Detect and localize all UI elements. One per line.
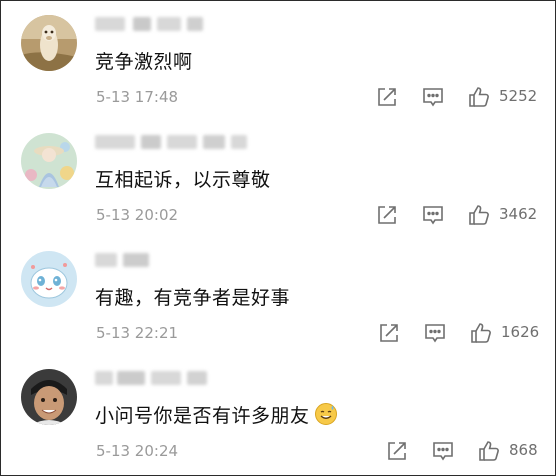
comment-actions: 3462 xyxy=(371,203,541,227)
sweat-smile-emoji-icon xyxy=(314,402,338,431)
comment-time: 5-13 20:24 xyxy=(96,442,179,460)
avatar[interactable] xyxy=(21,251,77,307)
comment-text-content: 小问号你是否有许多朋友 xyxy=(95,405,310,427)
username-redacted[interactable] xyxy=(95,17,235,33)
comment-item: 互相起诉，以示尊敬 5-13 20:02 3462 xyxy=(1,119,555,237)
share-edit-icon[interactable] xyxy=(375,203,399,227)
like-count: 5252 xyxy=(499,87,538,105)
comment-time: 5-13 17:48 xyxy=(96,88,179,106)
comment-list: 竞争激烈啊 5-13 17:48 5252 互相起诉，以示尊敬 5-13 20:… xyxy=(0,0,556,476)
share-edit-icon[interactable] xyxy=(375,85,399,109)
comment-bubble-icon[interactable] xyxy=(431,439,455,463)
avatar[interactable] xyxy=(21,369,77,425)
comment-actions: 868 xyxy=(371,439,541,463)
username-redacted[interactable] xyxy=(95,371,235,387)
thumbs-up-icon[interactable] xyxy=(477,439,501,463)
comment-text: 互相起诉，以示尊敬 xyxy=(95,169,271,191)
like-count: 1626 xyxy=(501,323,540,341)
comment-bubble-icon[interactable] xyxy=(423,321,447,345)
thumbs-up-icon[interactable] xyxy=(469,321,493,345)
comment-text: 有趣，有竞争者是好事 xyxy=(95,287,291,309)
avatar[interactable] xyxy=(21,133,77,189)
avatar[interactable] xyxy=(21,15,77,71)
comment-time: 5-13 20:02 xyxy=(96,206,179,224)
like-count: 3462 xyxy=(499,205,538,223)
comment-text: 竞争激烈啊 xyxy=(95,51,193,73)
username-redacted[interactable] xyxy=(95,253,235,269)
share-edit-icon[interactable] xyxy=(377,321,401,345)
comment-item: 竞争激烈啊 5-13 17:48 5252 xyxy=(1,1,555,119)
comment-actions: 5252 xyxy=(371,85,541,109)
comment-bubble-icon[interactable] xyxy=(421,203,445,227)
like-count: 868 xyxy=(509,441,538,459)
username-redacted[interactable] xyxy=(95,135,247,151)
comment-bubble-icon[interactable] xyxy=(421,85,445,109)
thumbs-up-icon[interactable] xyxy=(467,85,491,109)
thumbs-up-icon[interactable] xyxy=(467,203,491,227)
comment-text: 小问号你是否有许多朋友 xyxy=(95,401,338,431)
comment-item: 有趣，有竞争者是好事 5-13 22:21 1626 xyxy=(1,237,555,355)
comment-item: 小问号你是否有许多朋友 5-13 20:24 868 xyxy=(1,355,555,475)
comment-actions: 1626 xyxy=(371,321,541,345)
comment-time: 5-13 22:21 xyxy=(96,324,179,342)
share-edit-icon[interactable] xyxy=(385,439,409,463)
